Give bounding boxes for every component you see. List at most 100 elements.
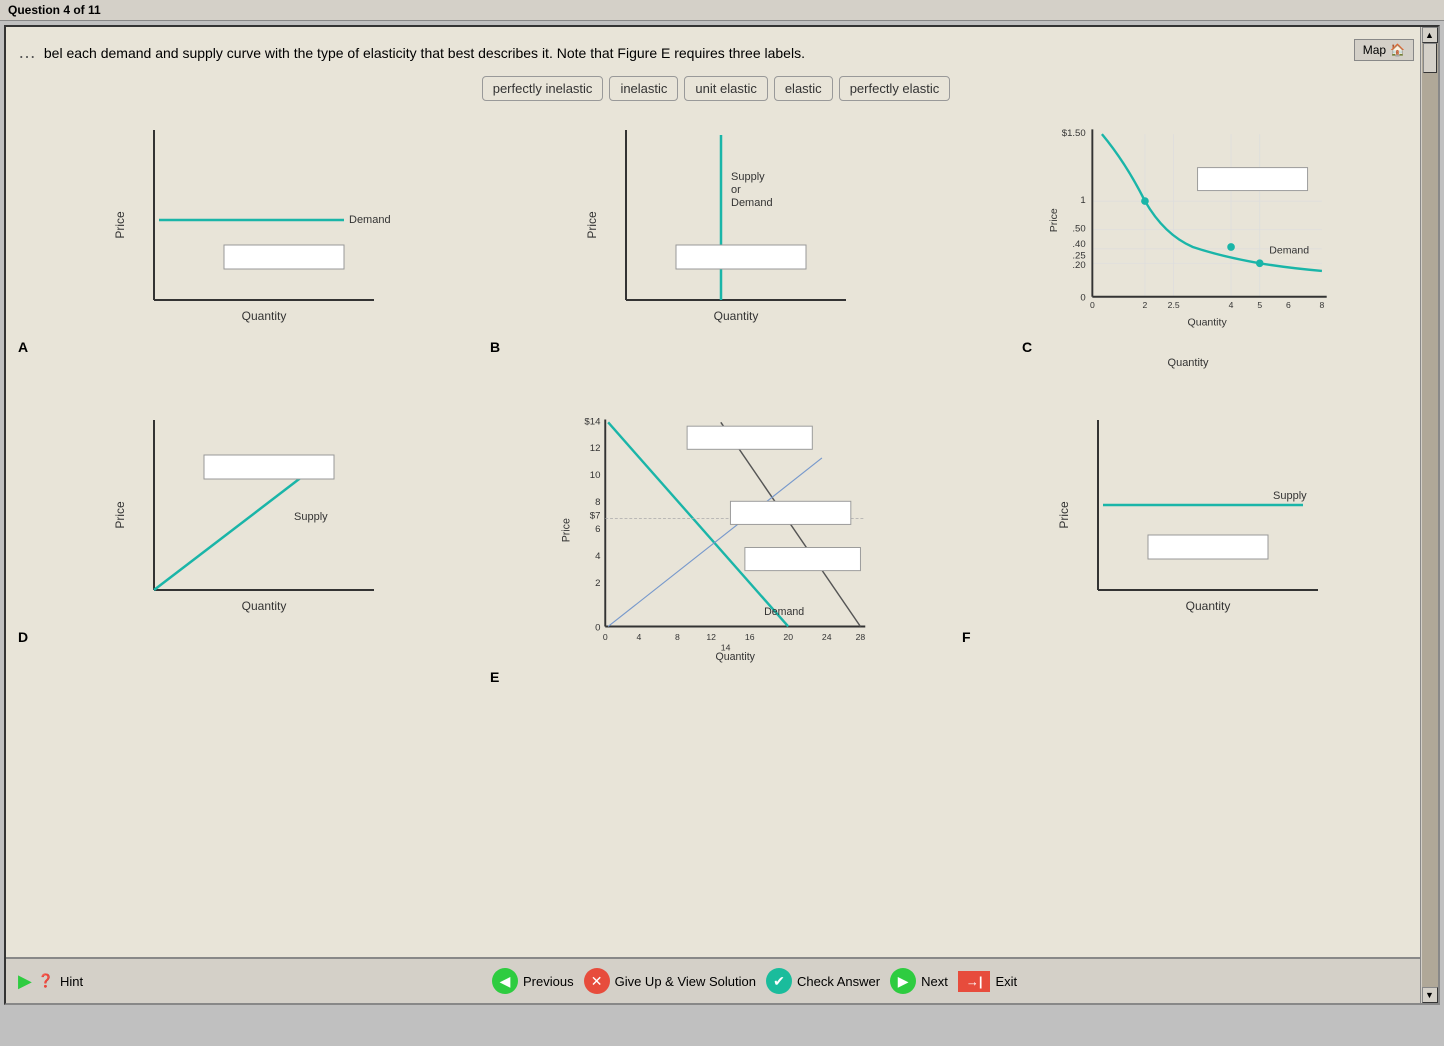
chip-perfectly-inelastic[interactable]: perfectly inelastic [482, 76, 604, 101]
svg-text:4: 4 [637, 632, 642, 642]
instruction-text: … bel each demand and supply curve with … [18, 39, 1344, 66]
svg-text:20: 20 [783, 632, 793, 642]
svg-text:5: 5 [1257, 300, 1262, 310]
exit-label: Exit [995, 974, 1017, 989]
bottom-buttons: ◀ Previous ✕ Give Up & View Solution ✔ C… [492, 968, 1017, 994]
svg-text:Supply: Supply [294, 511, 328, 523]
svg-text:$1.50: $1.50 [1062, 128, 1086, 139]
hint-area[interactable]: ▶ ❓ Hint [18, 971, 83, 992]
next-button[interactable]: ▶ Next [890, 968, 948, 994]
svg-text:2: 2 [595, 578, 600, 589]
svg-text:Quantity: Quantity [242, 599, 287, 613]
scroll-track [1422, 43, 1438, 987]
svg-text:8: 8 [1320, 300, 1325, 310]
check-icon: ✔ [766, 968, 792, 994]
svg-text:$14: $14 [584, 416, 601, 427]
scrollbar[interactable]: ▲ ▼ [1420, 27, 1438, 1003]
svg-text:Price: Price [1048, 208, 1060, 232]
svg-text:.40: .40 [1072, 239, 1085, 250]
svg-text:2.5: 2.5 [1168, 300, 1180, 310]
hint-label: Hint [60, 974, 83, 989]
graph-c-label: C [1022, 339, 1414, 355]
map-button[interactable]: Map 🏠 [1354, 39, 1414, 61]
bottom-bar: ▶ ❓ Hint ◀ Previous ✕ Give Up & View Sol… [6, 957, 1438, 1003]
svg-text:Price: Price [585, 211, 599, 239]
graph-f-label: F [962, 629, 1414, 645]
graph-d-svg: Price Quantity Supply [18, 405, 470, 625]
graph-c-x-label: Quantity [962, 357, 1414, 369]
graph-a-svg: Price Quantity Demand [18, 115, 470, 335]
svg-text:Demand: Demand [1269, 245, 1309, 257]
labels-row: perfectly inelastic inelastic unit elast… [18, 76, 1414, 101]
svg-text:or: or [731, 184, 741, 196]
svg-text:Price: Price [113, 501, 127, 529]
svg-text:Supply: Supply [1273, 490, 1307, 502]
svg-text:8: 8 [595, 497, 600, 508]
graph-e: $14 12 10 8 $7 6 4 2 0 0 4 8 1 [490, 405, 942, 685]
previous-button[interactable]: ◀ Previous [492, 968, 574, 994]
svg-text:2: 2 [1143, 300, 1148, 310]
give-up-label: Give Up & View Solution [615, 974, 756, 989]
graph-e-label: E [490, 669, 942, 685]
next-icon: ▶ [890, 968, 916, 994]
chip-perfectly-elastic[interactable]: perfectly elastic [839, 76, 951, 101]
map-label: Map [1363, 43, 1386, 57]
check-label: Check Answer [797, 974, 880, 989]
svg-text:12: 12 [590, 443, 601, 454]
graph-e-svg: $14 12 10 8 $7 6 4 2 0 0 4 8 1 [490, 405, 942, 665]
graph-d-label: D [18, 629, 470, 645]
give-up-icon: ✕ [584, 968, 610, 994]
graph-b: Price Quantity Supply or Demand B [490, 115, 942, 395]
svg-text:10: 10 [590, 470, 601, 481]
svg-text:Quantity: Quantity [242, 309, 287, 323]
svg-text:4: 4 [1229, 300, 1234, 310]
next-label: Next [921, 974, 948, 989]
graph-b-label: B [490, 339, 942, 355]
svg-text:Quantity: Quantity [1188, 316, 1228, 328]
chip-elastic[interactable]: elastic [774, 76, 833, 101]
svg-text:Demand: Demand [349, 214, 391, 226]
previous-label: Previous [523, 974, 574, 989]
svg-text:6: 6 [595, 524, 600, 535]
instruction-body: bel each demand and supply curve with th… [44, 45, 805, 61]
svg-text:0: 0 [595, 622, 600, 633]
title-bar: Question 4 of 11 [0, 0, 1444, 21]
scroll-thumb[interactable] [1423, 43, 1437, 73]
chip-unit-elastic[interactable]: unit elastic [684, 76, 767, 101]
scroll-down-btn[interactable]: ▼ [1422, 987, 1438, 1003]
graph-b-svg: Price Quantity Supply or Demand [490, 115, 942, 335]
chip-inelastic[interactable]: inelastic [609, 76, 678, 101]
graph-f-svg: Price Quantity Supply [962, 405, 1414, 625]
map-icon: 🏠 [1390, 43, 1405, 57]
svg-text:0: 0 [603, 632, 608, 642]
graphs-grid: Price Quantity Demand A [18, 115, 1414, 685]
hint-question-icon: ❓ [38, 973, 54, 989]
svg-text:Price: Price [113, 211, 127, 239]
graph-d: Price Quantity Supply D [18, 405, 470, 685]
graph-c-svg: $1.50 1 .50 .40 .25 .20 0 0 2 2.5 4 5 [962, 115, 1414, 335]
svg-text:0: 0 [1080, 293, 1085, 304]
graph-a: Price Quantity Demand A [18, 115, 470, 395]
svg-text:Quantity: Quantity [1186, 599, 1231, 613]
exit-button[interactable]: →| Exit [958, 971, 1017, 992]
graph-c: $1.50 1 .50 .40 .25 .20 0 0 2 2.5 4 5 [962, 115, 1414, 395]
svg-text:Quantity: Quantity [716, 651, 756, 663]
previous-icon: ◀ [492, 968, 518, 994]
give-up-button[interactable]: ✕ Give Up & View Solution [584, 968, 756, 994]
question-counter: Question 4 of 11 [8, 3, 101, 17]
exit-icon: →| [958, 971, 991, 992]
svg-text:.50: .50 [1072, 224, 1085, 235]
svg-text:8: 8 [675, 632, 680, 642]
check-answer-button[interactable]: ✔ Check Answer [766, 968, 880, 994]
svg-text:0: 0 [1090, 300, 1095, 310]
svg-text:12: 12 [706, 632, 716, 642]
hint-play-icon: ▶ [18, 971, 32, 992]
svg-text:16: 16 [745, 632, 755, 642]
svg-text:Price: Price [1057, 501, 1071, 529]
scroll-up-btn[interactable]: ▲ [1422, 27, 1438, 43]
svg-text:Price: Price [561, 518, 573, 542]
graph-a-label: A [18, 339, 470, 355]
svg-text:Demand: Demand [731, 197, 773, 209]
svg-text:4: 4 [595, 551, 601, 562]
svg-text:28: 28 [856, 632, 866, 642]
